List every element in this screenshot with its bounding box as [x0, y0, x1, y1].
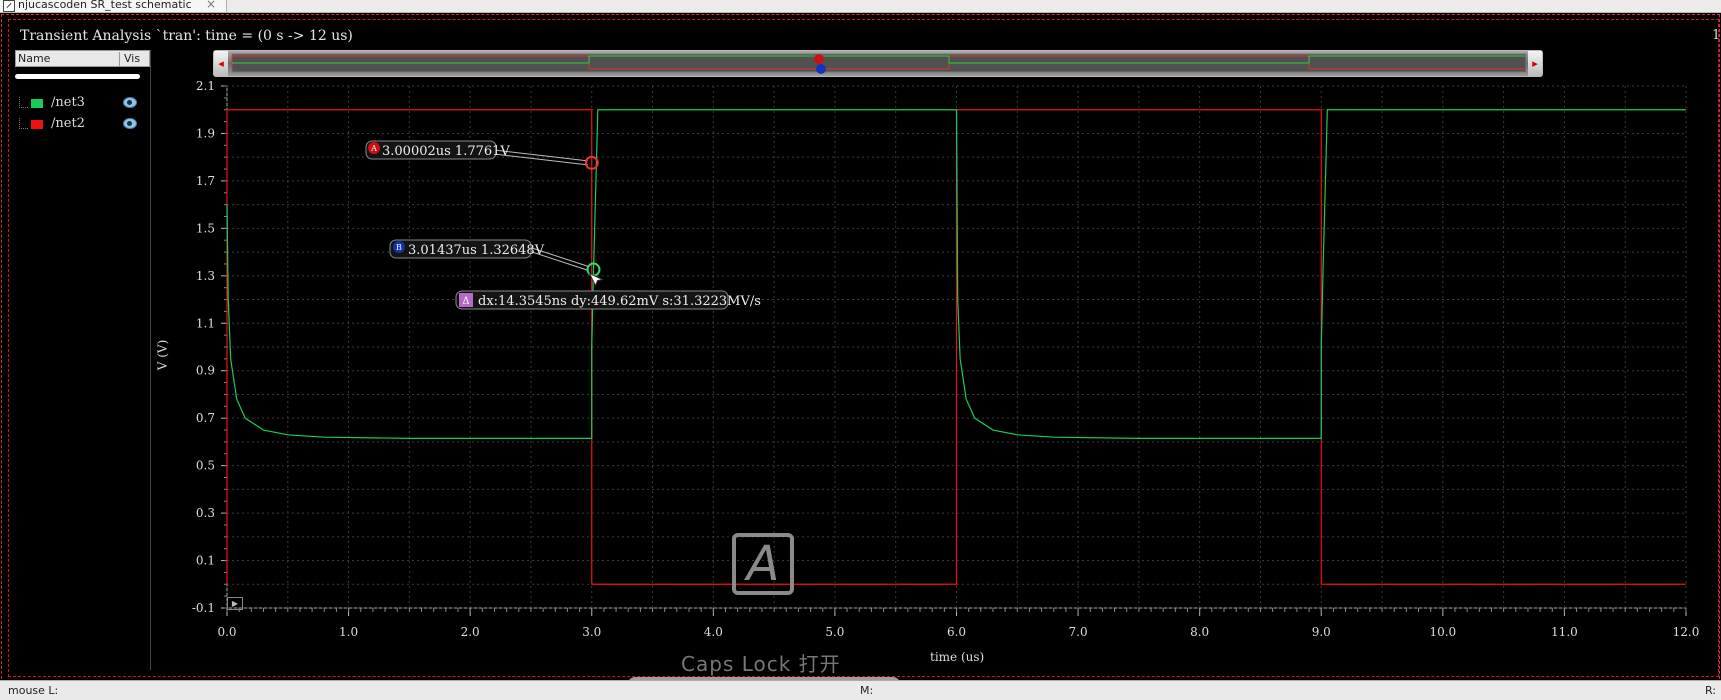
- y-tick-label: 0.9: [196, 364, 215, 378]
- plot-markers[interactable]: A 3.00002us 1.7761V B 3.01437us 1.32648V Δ dx…: [365, 140, 761, 310]
- caps-lock-notice: Caps Lock 打开: [681, 652, 841, 676]
- x-tick-label: 9.0: [1312, 625, 1331, 639]
- marker-b-letter: B: [396, 243, 402, 252]
- delta-symbol: Δ: [462, 296, 469, 307]
- x-tick-label: 12.0: [1673, 625, 1700, 639]
- y-tick-label: 1.1: [196, 316, 215, 330]
- y-tick-label: 2.1: [196, 79, 215, 93]
- y-tick-label: 1.5: [196, 221, 215, 235]
- play-icon[interactable]: ▶: [227, 597, 243, 610]
- status-mouse-r: R:: [1705, 684, 1717, 697]
- delta-label: dx:14.3545ns dy:449.62mV s:31.3223MV/s: [478, 294, 761, 309]
- x-tick-label: 11.0: [1551, 625, 1578, 639]
- x-tick-label: 3.0: [582, 625, 601, 639]
- y-axis-label: V (V): [155, 339, 170, 371]
- y-axis-ticks: 2.1 1.9 1.7 1.5 1.3 1.1 0.9 0.7 0.5 0.3 0.1 -0.1: [192, 79, 227, 615]
- y-tick-label: 0.5: [196, 459, 215, 473]
- y-tick-label: 1.3: [196, 269, 215, 283]
- x-tick-label: 4.0: [704, 625, 723, 639]
- y-tick-label: 0.3: [196, 506, 215, 520]
- x-tick-label: 2.0: [461, 625, 480, 639]
- x-tick-label: 0.0: [217, 625, 236, 639]
- y-tick-label: 1.9: [196, 126, 215, 140]
- marker-a-label: 3.00002us 1.7761V: [382, 144, 510, 159]
- y-tick-label: 1.7: [196, 174, 215, 188]
- y-tick-label: -0.1: [192, 601, 215, 615]
- status-bar: mouse L: M: R:: [0, 680, 1721, 700]
- status-mouse-m: M:: [860, 684, 874, 697]
- x-tick-label: 8.0: [1190, 625, 1209, 639]
- x-axis-label: time (us): [930, 650, 985, 664]
- x-tick-label: 6.0: [947, 625, 966, 639]
- x-tick-label: 1.0: [339, 625, 358, 639]
- marker-b-label: 3.01437us 1.32648V: [408, 243, 545, 258]
- y-tick-label: 0.7: [196, 411, 215, 425]
- status-mouse-l: mouse L:: [8, 684, 59, 697]
- x-tick-label: 10.0: [1429, 625, 1456, 639]
- x-tick-label: 7.0: [1069, 625, 1088, 639]
- y-tick-label: 0.1: [196, 554, 215, 568]
- waveform-plot[interactable]: 2.1 1.9 1.7 1.5 1.3 1.1 0.9 0.7 0.5 0.3 0.1 -0.1 0.…: [0, 0, 1721, 699]
- x-tick-label: 5.0: [825, 625, 844, 639]
- x-axis-ticks: 0.0 1.0 2.0 3.0 4.0 5.0 6.0 7.0 8.0 9.0 10.0 11.0 12…: [217, 608, 1699, 639]
- input-method-icon: A: [732, 533, 794, 595]
- marker-a-letter: A: [370, 144, 377, 153]
